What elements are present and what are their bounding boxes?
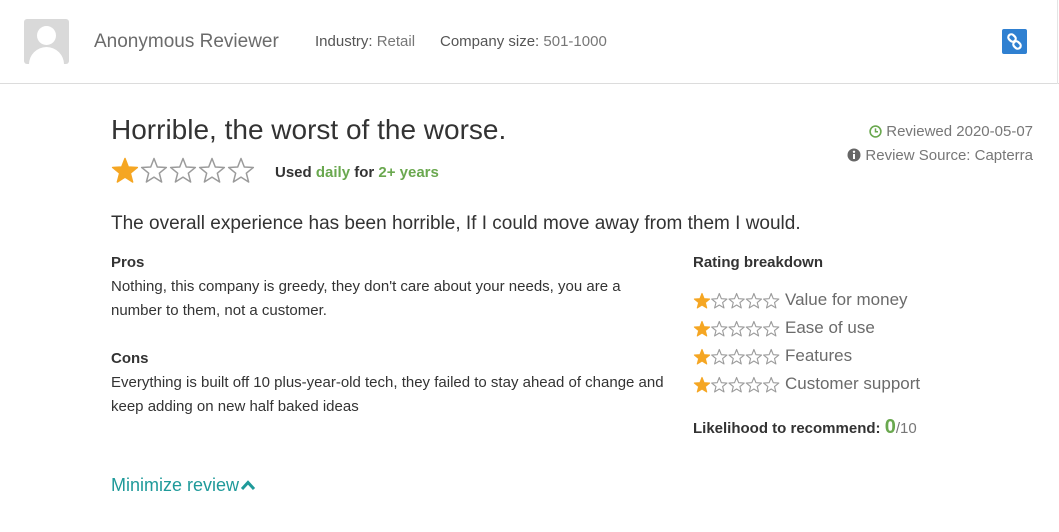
star-empty-icon — [227, 157, 255, 183]
star-empty-icon — [763, 376, 780, 393]
breakdown-label: Customer support — [785, 374, 921, 393]
star-empty-icon — [763, 320, 780, 337]
star-empty-icon — [711, 292, 728, 309]
star-empty-icon — [711, 348, 728, 365]
minimize-review-label: Minimize review — [111, 475, 240, 495]
usage-prefix: Used — [275, 164, 312, 181]
star-filled-icon — [111, 157, 139, 183]
divider — [1057, 0, 1058, 84]
cons-heading: Cons — [111, 350, 149, 367]
pros-text: Nothing, this company is greedy, they do… — [111, 278, 621, 319]
user-placeholder-icon — [24, 19, 69, 64]
reviewer-header: Anonymous Reviewer Industry: Retail Comp… — [0, 0, 1059, 84]
likelihood-outof: /10 — [895, 420, 917, 437]
breakdown-label: Ease of use — [785, 318, 875, 337]
star-empty-icon — [711, 376, 728, 393]
breakdown-label: Value for money — [785, 290, 908, 309]
star-empty-icon — [745, 348, 763, 365]
star-empty-icon — [763, 292, 780, 309]
review-source: Review Source: Capterra — [847, 147, 1033, 164]
company-size-value: 501-1000 — [543, 33, 607, 50]
usage-duration: 2+ years — [378, 164, 439, 181]
star-empty-icon — [711, 320, 728, 337]
chevron-up-icon — [240, 480, 256, 491]
likelihood-to-recommend: Likelihood to recommend: 0/10 — [693, 416, 917, 439]
industry-info: Industry: Retail — [315, 33, 415, 50]
star-empty-icon — [745, 292, 763, 309]
review-date-text: Reviewed 2020-05-07 — [886, 123, 1033, 140]
company-size-info: Company size: 501-1000 — [440, 33, 607, 50]
star-empty-icon — [745, 320, 763, 337]
star-filled-icon — [693, 348, 711, 365]
star-empty-icon — [728, 292, 745, 309]
likelihood-label: Likelihood to recommend: — [693, 420, 881, 437]
star-empty-icon — [198, 157, 226, 183]
review-date: Reviewed 2020-05-07 — [869, 123, 1033, 140]
star-empty-icon — [169, 157, 197, 183]
overall-rating-stars — [111, 157, 259, 185]
clock-icon — [869, 125, 882, 138]
star-empty-icon — [763, 348, 780, 365]
breakdown-label: Features — [785, 346, 853, 365]
review-source-text: Review Source: Capterra — [865, 147, 1033, 164]
rating-breakdown-title: Rating breakdown — [693, 254, 824, 271]
pros-heading: Pros — [111, 254, 145, 271]
review-summary: The overall experience has been horrible… — [111, 213, 801, 234]
star-filled-icon — [693, 376, 711, 393]
likelihood-score: 0 — [884, 416, 896, 438]
info-icon — [847, 148, 861, 162]
star-empty-icon — [728, 376, 745, 393]
minimize-review-link[interactable]: Minimize review — [111, 475, 256, 496]
company-size-label: Company size: — [440, 33, 540, 50]
usage-info: Used daily for 2+ years — [275, 164, 439, 181]
link-button[interactable] — [1002, 29, 1027, 54]
industry-label: Industry: — [315, 33, 373, 50]
usage-frequency: daily — [315, 164, 351, 181]
industry-value: Retail — [376, 33, 416, 50]
star-filled-icon — [693, 292, 711, 309]
usage-for: for — [354, 164, 375, 181]
star-empty-icon — [745, 376, 763, 393]
cons-text: Everything is built off 10 plus-year-old… — [111, 374, 664, 415]
star-empty-icon — [140, 157, 168, 183]
star-empty-icon — [728, 320, 745, 337]
review-title: Horrible, the worst of the worse. — [111, 114, 507, 145]
star-empty-icon — [728, 348, 745, 365]
star-filled-icon — [693, 320, 711, 337]
reviewer-name: Anonymous Reviewer — [94, 31, 279, 52]
link-icon — [1007, 33, 1022, 50]
